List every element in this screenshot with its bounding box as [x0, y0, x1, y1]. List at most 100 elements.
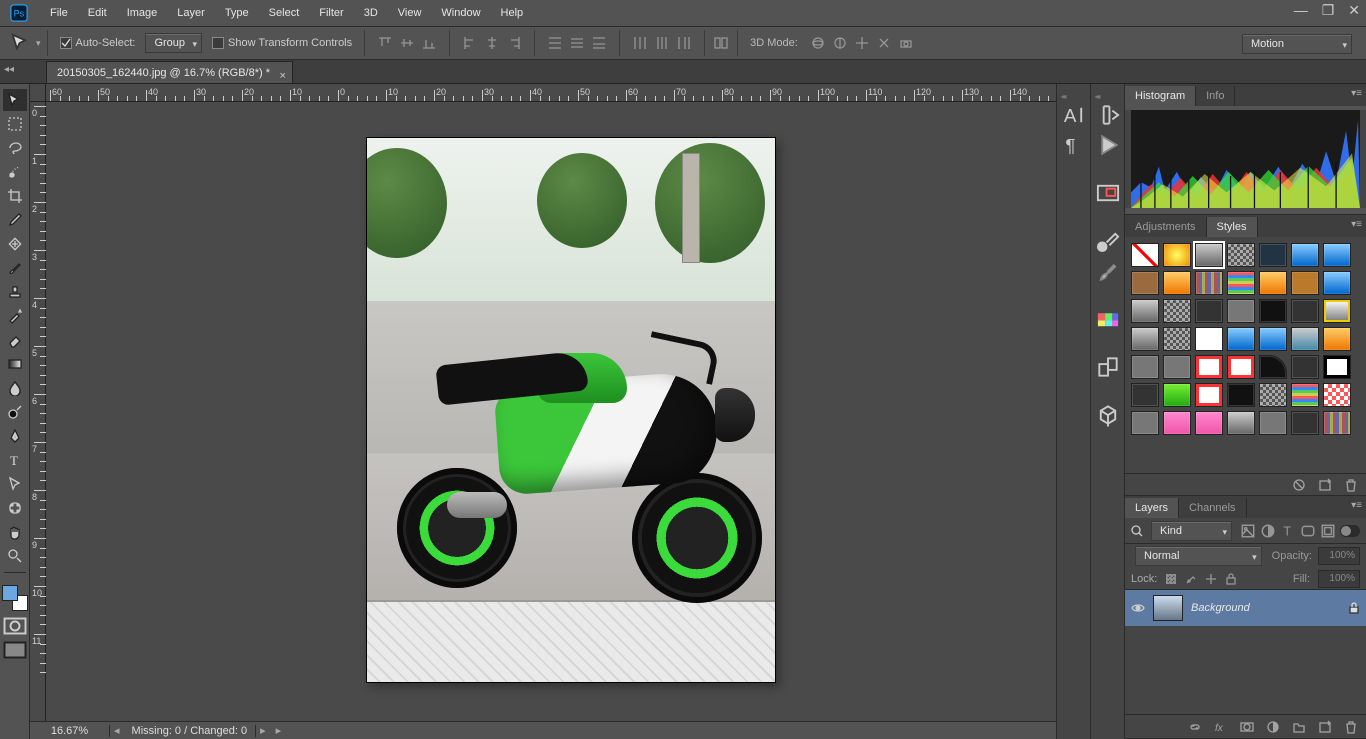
dock-grip-icon[interactable]	[1061, 90, 1087, 96]
tab-adjustments[interactable]: Adjustments	[1125, 217, 1207, 237]
auto-align-icon[interactable]	[711, 33, 731, 53]
style-swatch[interactable]	[1131, 327, 1159, 351]
adjustment-layer-icon[interactable]	[1266, 720, 1280, 734]
move-tool[interactable]	[3, 89, 27, 111]
ruler-origin[interactable]	[30, 84, 46, 102]
style-swatch[interactable]	[1163, 299, 1191, 323]
style-swatch[interactable]	[1195, 411, 1223, 435]
filter-pixel-icon[interactable]	[1240, 523, 1256, 539]
style-swatch[interactable]	[1163, 383, 1191, 407]
layer-style-icon[interactable]: fx	[1214, 720, 1228, 734]
screen-mode-icon[interactable]	[3, 641, 27, 659]
crop-tool[interactable]	[3, 185, 27, 207]
style-swatch[interactable]	[1259, 299, 1287, 323]
dock-toggle-icon[interactable]: ◂◂	[4, 64, 14, 75]
align-left-icon[interactable]	[460, 33, 480, 53]
style-swatch[interactable]	[1195, 327, 1223, 351]
restore-icon[interactable]: ❐	[1322, 2, 1335, 19]
history-brush-tool[interactable]	[3, 305, 27, 327]
style-swatch[interactable]	[1291, 271, 1319, 295]
distribute-right-icon[interactable]	[674, 33, 694, 53]
character-panel-icon[interactable]: A	[1061, 102, 1087, 128]
style-swatch[interactable]	[1163, 243, 1191, 267]
eyedropper-tool[interactable]	[3, 209, 27, 231]
style-swatch[interactable]	[1163, 271, 1191, 295]
align-bottom-icon[interactable]	[419, 33, 439, 53]
style-swatch[interactable]	[1323, 355, 1351, 379]
align-hcenter-icon[interactable]	[482, 33, 502, 53]
menu-help[interactable]: Help	[491, 0, 534, 26]
navigator-panel-icon[interactable]	[1095, 180, 1121, 206]
tab-layers[interactable]: Layers	[1125, 498, 1179, 518]
actions-panel-icon[interactable]	[1095, 102, 1121, 128]
menu-view[interactable]: View	[388, 0, 432, 26]
horizontal-ruler[interactable]: 6050403020100102030405060708090100110120…	[46, 84, 1056, 102]
style-swatch[interactable]	[1291, 383, 1319, 407]
style-swatch[interactable]	[1291, 411, 1319, 435]
style-swatch[interactable]	[1259, 327, 1287, 351]
style-swatch[interactable]	[1227, 383, 1255, 407]
style-swatch[interactable]	[1195, 355, 1223, 379]
brush-tool[interactable]	[3, 257, 27, 279]
style-swatch[interactable]	[1259, 411, 1287, 435]
style-swatch[interactable]	[1291, 355, 1319, 379]
style-swatch[interactable]	[1323, 299, 1351, 323]
filter-shape-icon[interactable]	[1300, 523, 1316, 539]
filter-toggle-switch[interactable]	[1340, 525, 1360, 537]
style-swatch[interactable]	[1227, 299, 1255, 323]
style-swatch[interactable]	[1131, 299, 1159, 323]
style-swatch[interactable]	[1259, 355, 1287, 379]
style-swatch[interactable]	[1291, 243, 1319, 267]
blend-mode-dropdown[interactable]: Normal	[1135, 546, 1262, 566]
roll-3d-icon[interactable]	[830, 33, 850, 53]
distribute-left-icon[interactable]	[630, 33, 650, 53]
document-tab[interactable]: 20150305_162440.jpg @ 16.7% (RGB/8*) * ×	[46, 61, 293, 83]
style-swatch[interactable]	[1227, 355, 1255, 379]
styles-clear-icon[interactable]	[1292, 478, 1306, 492]
fill-input[interactable]: 100%	[1318, 570, 1360, 588]
menu-filter[interactable]: Filter	[309, 0, 353, 26]
style-swatch[interactable]	[1323, 327, 1351, 351]
style-swatch[interactable]	[1323, 243, 1351, 267]
filter-smart-icon[interactable]	[1320, 523, 1336, 539]
color-swatches[interactable]	[2, 585, 28, 611]
show-transform-checkbox[interactable]: Show Transform Controls	[212, 37, 352, 49]
play-panel-icon[interactable]	[1095, 132, 1121, 158]
lock-position-icon[interactable]	[1205, 573, 1217, 585]
tab-histogram[interactable]: Histogram	[1125, 86, 1196, 106]
link-layers-icon[interactable]	[1188, 720, 1202, 734]
3d-panel-icon[interactable]	[1095, 402, 1121, 428]
style-swatch[interactable]	[1131, 383, 1159, 407]
style-swatch[interactable]	[1259, 383, 1287, 407]
layer-thumbnail[interactable]	[1153, 595, 1183, 621]
style-swatch[interactable]	[1195, 299, 1223, 323]
dock-grip-icon[interactable]	[1095, 90, 1121, 96]
new-layer-icon[interactable]	[1318, 720, 1332, 734]
style-swatch[interactable]	[1227, 271, 1255, 295]
stamp-tool[interactable]	[3, 281, 27, 303]
lock-transparency-icon[interactable]	[1165, 573, 1177, 585]
delete-style-icon[interactable]	[1344, 478, 1358, 492]
swatches-panel-icon[interactable]	[1095, 306, 1121, 332]
tab-info[interactable]: Info	[1196, 86, 1235, 106]
new-style-icon[interactable]	[1318, 478, 1332, 492]
style-swatch[interactable]	[1323, 383, 1351, 407]
quick-mask-icon[interactable]	[3, 617, 27, 635]
zoom-level[interactable]: 16.67%	[30, 725, 110, 737]
brush-panel-icon[interactable]	[1095, 228, 1121, 254]
type-tool[interactable]: T	[3, 449, 27, 471]
pen-tool[interactable]	[3, 425, 27, 447]
filter-type-icon[interactable]: T	[1280, 523, 1296, 539]
document-canvas[interactable]	[367, 138, 775, 682]
style-swatch[interactable]	[1131, 271, 1159, 295]
panel-menu-icon[interactable]: ▾≡	[1351, 219, 1362, 230]
lock-all-icon[interactable]	[1225, 573, 1237, 585]
style-swatch[interactable]	[1323, 271, 1351, 295]
align-top-icon[interactable]	[375, 33, 395, 53]
style-swatch[interactable]	[1323, 411, 1351, 435]
menu-3d[interactable]: 3D	[354, 0, 388, 26]
vertical-ruler[interactable]: 01234567891011	[30, 102, 46, 723]
visibility-icon[interactable]	[1131, 601, 1145, 615]
quick-select-tool[interactable]	[3, 161, 27, 183]
menu-edit[interactable]: Edit	[78, 0, 117, 26]
